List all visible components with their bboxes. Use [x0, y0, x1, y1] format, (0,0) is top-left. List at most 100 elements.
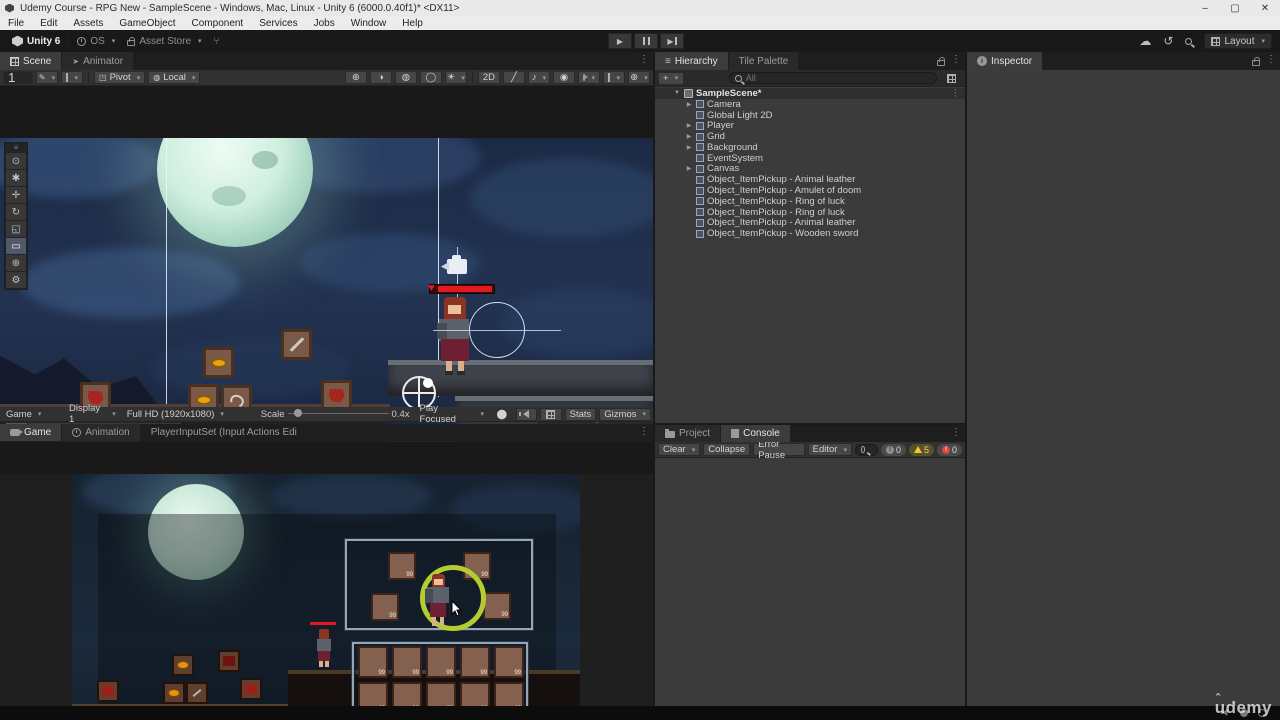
hierarchy-item-pickup[interactable]: Object_ItemPickup - Ring of luck — [655, 196, 965, 207]
item-crate-ring[interactable] — [203, 347, 234, 378]
hierarchy-item-eventsystem[interactable]: EventSystem — [655, 153, 965, 164]
display-dropdown[interactable]: Display 1 — [65, 403, 120, 425]
expand-arrow-icon[interactable]: ▶ — [685, 101, 693, 108]
equipment-slot[interactable]: 99 — [371, 593, 399, 621]
tab-inspector[interactable]: i Inspector — [967, 52, 1043, 70]
orientation-dropdown[interactable]: ◍ Local — [148, 71, 201, 84]
debug-icon[interactable]: ⬤ — [491, 408, 512, 421]
hierarchy-item-pickup[interactable]: Object_ItemPickup - Wooden sword — [655, 228, 965, 239]
search-icon[interactable] — [1185, 37, 1193, 45]
hierarchy-item-pickup[interactable]: Object_ItemPickup - Ring of luck — [655, 207, 965, 218]
scale-tool-icon[interactable]: ◱ — [6, 221, 26, 237]
stats-button[interactable]: Stats — [564, 407, 597, 421]
layout-dropdown[interactable]: Layout — [1204, 33, 1272, 49]
kebab-menu-icon[interactable]: ⋮ — [951, 54, 961, 65]
gizmo-handle-dot[interactable] — [423, 378, 433, 388]
version-control-button[interactable] — [208, 33, 230, 49]
unity-version-button[interactable]: Unity 6 — [6, 33, 66, 49]
error-count-badge[interactable]: ! 0 — [936, 443, 962, 456]
console-search[interactable] — [854, 443, 878, 456]
menu-file[interactable]: File — [0, 16, 32, 30]
maximize-button[interactable]: ▢ — [1220, 0, 1250, 16]
view-tool-icon[interactable]: ⊙ — [6, 153, 26, 169]
step-button[interactable]: ▶ — [660, 33, 684, 49]
item-crate-sword[interactable] — [281, 329, 312, 360]
grid-snap-dropdown[interactable] — [61, 71, 83, 84]
tab-animator[interactable]: ➤ Animator — [62, 52, 134, 70]
kebab-menu-icon[interactable]: ⋮ — [1266, 54, 1276, 65]
scale-slider[interactable] — [287, 409, 389, 419]
tab-tile-palette[interactable]: Tile Palette — [728, 52, 799, 70]
account-dropdown[interactable]: OS — [71, 33, 121, 49]
lock-icon[interactable] — [1252, 57, 1260, 66]
minimize-button[interactable]: – — [1190, 0, 1220, 16]
play-mode-dropdown[interactable]: Play Focused — [416, 403, 489, 425]
menu-component[interactable]: Component — [184, 16, 252, 30]
mute-audio-icon[interactable] — [515, 407, 538, 421]
hierarchy-scene-root[interactable]: ▼ SampleScene* ⋮ — [655, 88, 965, 99]
clear-dropdown[interactable]: Clear — [658, 443, 701, 456]
create-dropdown[interactable]: + — [658, 71, 684, 85]
kebab-menu-icon[interactable]: ⋮ — [639, 426, 649, 437]
hierarchy-item-global-light[interactable]: Global Light 2D — [655, 110, 965, 121]
custom-tool-icon[interactable]: ⚙ — [6, 272, 26, 288]
frame-tool-icon[interactable]: ⊕ — [344, 71, 367, 84]
inventory-slot[interactable]: 99 — [392, 646, 422, 678]
gizmos-dropdown[interactable]: Gizmos — [599, 407, 651, 421]
move-tool-icon[interactable]: ✛ — [6, 187, 26, 203]
tab-playerinputset[interactable]: PlayerInputSet (Input Actions Edi — [141, 424, 307, 441]
tab-game[interactable]: Game — [0, 424, 62, 441]
history-icon[interactable]: ↺ — [1163, 34, 1173, 48]
equipment-slot[interactable]: 99 — [388, 552, 416, 580]
warning-count-badge[interactable]: 5 — [908, 443, 934, 456]
picking-toggle-icon[interactable] — [940, 72, 962, 85]
tab-scene[interactable]: Scene — [0, 52, 62, 70]
audio-toggle-icon[interactable]: ♪ — [528, 71, 550, 84]
resolution-dropdown[interactable]: Full HD (1920x1080) — [123, 408, 258, 421]
hierarchy-item-camera[interactable]: ▶ Camera — [655, 99, 965, 110]
hierarchy-search[interactable] — [729, 72, 937, 84]
rect-tool-icon[interactable]: ▭ — [6, 238, 26, 254]
transform-tool-icon[interactable]: ⊕ — [6, 255, 26, 271]
console-log-area[interactable] — [655, 458, 965, 706]
hierarchy-item-canvas[interactable]: ▶ Canvas — [655, 163, 965, 174]
expand-arrow-icon[interactable]: ▶ — [685, 133, 693, 140]
hierarchy-item-player[interactable]: ▶ Player — [655, 120, 965, 131]
hierarchy-item-background[interactable]: ▶ Background — [655, 142, 965, 153]
draw-order-field[interactable] — [3, 71, 33, 84]
grid-visual-dropdown[interactable] — [603, 71, 625, 84]
tab-animation[interactable]: Animation — [62, 424, 140, 441]
menu-services[interactable]: Services — [251, 16, 305, 30]
menu-assets[interactable]: Assets — [65, 16, 111, 30]
lock-icon[interactable] — [937, 57, 945, 66]
effects-dropdown[interactable]: ☀ — [444, 71, 467, 84]
shading-toggle-icon[interactable]: ◑ — [369, 71, 392, 84]
rotate-tool-icon[interactable]: ↻ — [6, 204, 26, 220]
hierarchy-item-pickup[interactable]: Object_ItemPickup - Amulet of doom — [655, 185, 965, 196]
gizmos-dropdown-icon[interactable]: ⊕ — [628, 71, 650, 84]
error-pause-button[interactable]: Error Pause — [753, 439, 805, 461]
game-viewport[interactable]: 99 99 99 99 99 99 99 99 99 — [0, 474, 653, 720]
info-count-badge[interactable]: ! 0 — [880, 443, 906, 456]
collapse-button[interactable]: Collapse — [703, 443, 751, 456]
camera-gizmo-icon[interactable] — [441, 255, 471, 277]
vsync-grid-icon[interactable] — [540, 407, 562, 421]
inventory-slot[interactable]: 99 — [460, 646, 490, 678]
game-target-dropdown[interactable]: Game — [2, 408, 62, 421]
tab-project[interactable]: Project — [655, 425, 721, 442]
slider-knob[interactable] — [293, 409, 302, 417]
cloud-icon[interactable]: ☁ — [1139, 34, 1151, 48]
visibility-toggle-icon[interactable]: ◉ — [553, 71, 575, 84]
equipment-slot[interactable]: 99 — [483, 592, 511, 620]
expand-arrow-icon[interactable]: ▶ — [685, 165, 693, 172]
tab-hierarchy[interactable]: ≡ Hierarchy — [655, 52, 728, 70]
expand-arrow-icon[interactable]: ▼ — [673, 90, 681, 96]
menu-help[interactable]: Help — [394, 16, 431, 30]
hierarchy-search-input[interactable] — [745, 73, 931, 83]
editor-dropdown[interactable]: Editor — [807, 443, 852, 456]
grip-icon[interactable]: ≡ — [14, 144, 19, 152]
menu-window[interactable]: Window — [343, 16, 395, 30]
menu-jobs[interactable]: Jobs — [306, 16, 343, 30]
lighting-toggle-icon[interactable]: ╱ — [503, 71, 525, 84]
scene-viewport[interactable]: ♥ ▾ — [0, 138, 653, 442]
